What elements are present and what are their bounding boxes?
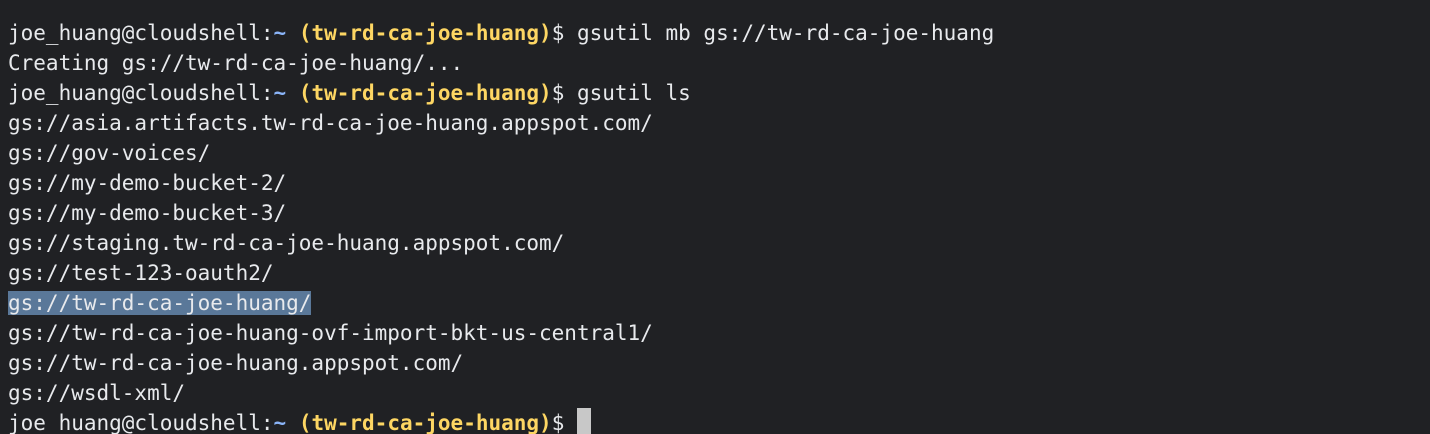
cloud-shell-terminal[interactable]: joe_huang@cloudshell:~ (tw-rd-ca-joe-hua…	[0, 0, 1430, 434]
prompt-dollar: $	[551, 81, 565, 105]
bucket-list-item: gs://staging.tw-rd-ca-joe-huang.appspot.…	[8, 228, 994, 258]
bucket-list-item: gs://my-demo-bucket-2/	[8, 168, 994, 198]
prompt-user-host: joe_huang@cloudshell:	[8, 81, 274, 105]
bucket-name: gs://tw-rd-ca-joe-huang.appspot.com/	[8, 351, 464, 375]
prompt-tilde: ~	[273, 21, 287, 45]
text-cursor[interactable]	[577, 408, 592, 434]
bucket-name: gs://test-123-oauth2/	[8, 261, 274, 285]
bucket-name: gs://tw-rd-ca-joe-huang-ovf-import-bkt-u…	[8, 321, 653, 345]
prompt-dollar: $	[551, 411, 565, 434]
output-line: Creating gs://tw-rd-ca-joe-huang/...	[8, 51, 464, 75]
command-text: gsutil ls	[564, 81, 691, 105]
bucket-list-item: gs://test-123-oauth2/	[8, 258, 994, 288]
prompt-user-host: joe_huang@cloudshell:	[8, 21, 274, 45]
prompt-tilde: ~	[273, 81, 287, 105]
terminal-output: joe_huang@cloudshell:~ (tw-rd-ca-joe-hua…	[8, 0, 994, 434]
bucket-name: gs://asia.artifacts.tw-rd-ca-joe-huang.a…	[8, 111, 653, 135]
bucket-list-item: gs://tw-rd-ca-joe-huang-ovf-import-bkt-u…	[8, 318, 994, 348]
bucket-list-item: gs://tw-rd-ca-joe-huang.appspot.com/	[8, 348, 994, 378]
bucket-list-item: gs://wsdl-xml/	[8, 378, 994, 408]
bucket-list-item: gs://gov-voices/	[8, 138, 994, 168]
selected-text-highlight[interactable]: gs://tw-rd-ca-joe-huang/	[8, 291, 312, 315]
prompt-line: joe_huang@cloudshell:~ (tw-rd-ca-joe-hua…	[8, 78, 994, 108]
prompt-tilde: ~	[273, 411, 287, 434]
bucket-name: gs://my-demo-bucket-2/	[8, 171, 287, 195]
bucket-name: gs://my-demo-bucket-3/	[8, 201, 287, 225]
bucket-name: gs://gov-voices/	[8, 141, 211, 165]
bucket-list-item: gs://asia.artifacts.tw-rd-ca-joe-huang.a…	[8, 108, 994, 138]
prompt-user-host: joe_huang@cloudshell:	[8, 411, 274, 434]
active-prompt-line[interactable]: joe_huang@cloudshell:~ (tw-rd-ca-joe-hua…	[8, 408, 994, 434]
terminal-line-clipped	[8, 0, 994, 18]
prompt-dollar: $	[551, 21, 565, 45]
prompt-project: (tw-rd-ca-joe-huang)	[298, 21, 552, 45]
bucket-list-item-selected: gs://tw-rd-ca-joe-huang/	[8, 288, 994, 318]
bucket-list-item: gs://my-demo-bucket-3/	[8, 198, 994, 228]
prompt-project: (tw-rd-ca-joe-huang)	[298, 411, 552, 434]
command-text: gsutil mb gs://tw-rd-ca-joe-huang	[564, 21, 995, 45]
bucket-name: gs://wsdl-xml/	[8, 381, 186, 405]
prompt-project: (tw-rd-ca-joe-huang)	[298, 81, 552, 105]
prompt-line: joe_huang@cloudshell:~ (tw-rd-ca-joe-hua…	[8, 18, 994, 48]
bucket-name: gs://staging.tw-rd-ca-joe-huang.appspot.…	[8, 231, 565, 255]
